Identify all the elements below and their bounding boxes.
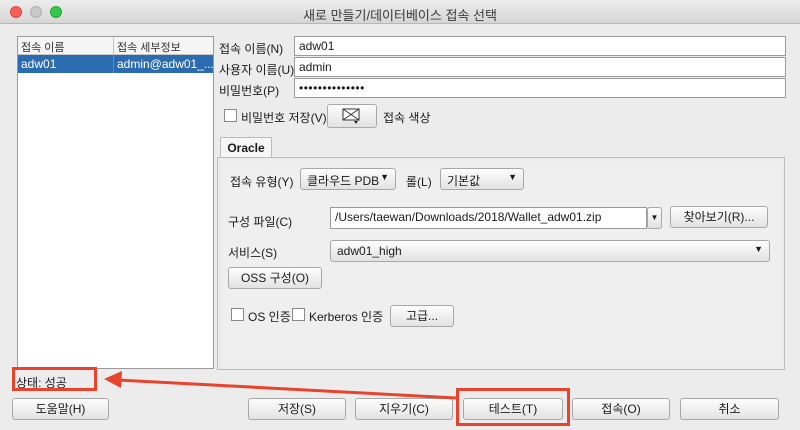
- annotation-arrow-line: [117, 378, 457, 400]
- annotation-arrow: [104, 371, 457, 400]
- annotation-arrow-head: [104, 371, 122, 388]
